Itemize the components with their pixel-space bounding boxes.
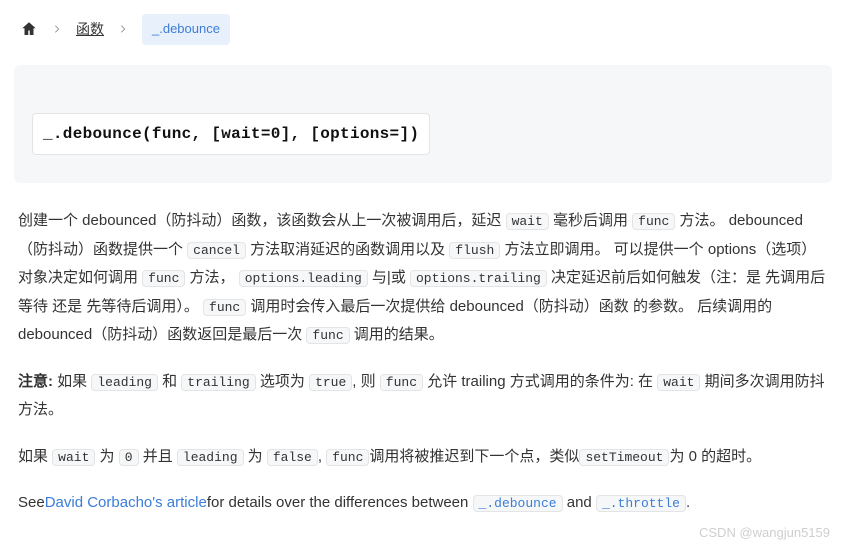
code-wait: wait: [506, 213, 549, 230]
code-leading: leading: [91, 374, 158, 391]
breadcrumb-item-functions[interactable]: 函数: [76, 16, 104, 43]
doc-content: 创建一个 debounced（防抖动）函数，该函数会从上一次被调用后，延迟 wa…: [0, 207, 846, 556]
debounce-link[interactable]: _.debounce: [473, 494, 563, 511]
code-leading: leading: [177, 449, 244, 466]
code-trailing: trailing: [181, 374, 255, 391]
code-settimeout: setTimeout: [579, 449, 669, 466]
note-label: 注意:: [18, 373, 53, 390]
home-icon[interactable]: [20, 20, 38, 38]
code-func: func: [142, 270, 185, 287]
throttle-link[interactable]: _.throttle: [596, 494, 686, 511]
paragraph-condition: 如果 wait 为 0 并且 leading 为 false, func调用将被…: [18, 443, 828, 472]
paragraph-reference: SeeDavid Corbacho's articlefor details o…: [18, 489, 828, 518]
code-func: func: [380, 374, 423, 391]
code-options-leading: options.leading: [239, 270, 368, 287]
chevron-right-icon: [52, 24, 62, 34]
code-wait: wait: [657, 374, 700, 391]
signature-block: _.debounce(func, [wait=0], [options=]): [14, 65, 832, 183]
chevron-right-icon: [118, 24, 128, 34]
code-func: func: [632, 213, 675, 230]
code-wait: wait: [52, 449, 95, 466]
paragraph-description: 创建一个 debounced（防抖动）函数，该函数会从上一次被调用后，延迟 wa…: [18, 207, 828, 350]
breadcrumb-current: _.debounce: [142, 14, 230, 45]
code-false: false: [267, 449, 318, 466]
code-func: func: [326, 449, 369, 466]
code-cancel: cancel: [187, 242, 246, 259]
code-zero: 0: [119, 449, 139, 466]
breadcrumb: 函数 _.debounce: [0, 0, 846, 59]
code-true: true: [309, 374, 352, 391]
code-func: func: [306, 327, 349, 344]
code-options-trailing: options.trailing: [410, 270, 547, 287]
signature-code: _.debounce(func, [wait=0], [options=]): [32, 113, 430, 155]
paragraph-note: 注意: 如果 leading 和 trailing 选项为 true, 则 fu…: [18, 368, 828, 425]
reference-link[interactable]: David Corbacho's article: [45, 494, 207, 511]
code-func: func: [203, 299, 246, 316]
code-flush: flush: [449, 242, 500, 259]
